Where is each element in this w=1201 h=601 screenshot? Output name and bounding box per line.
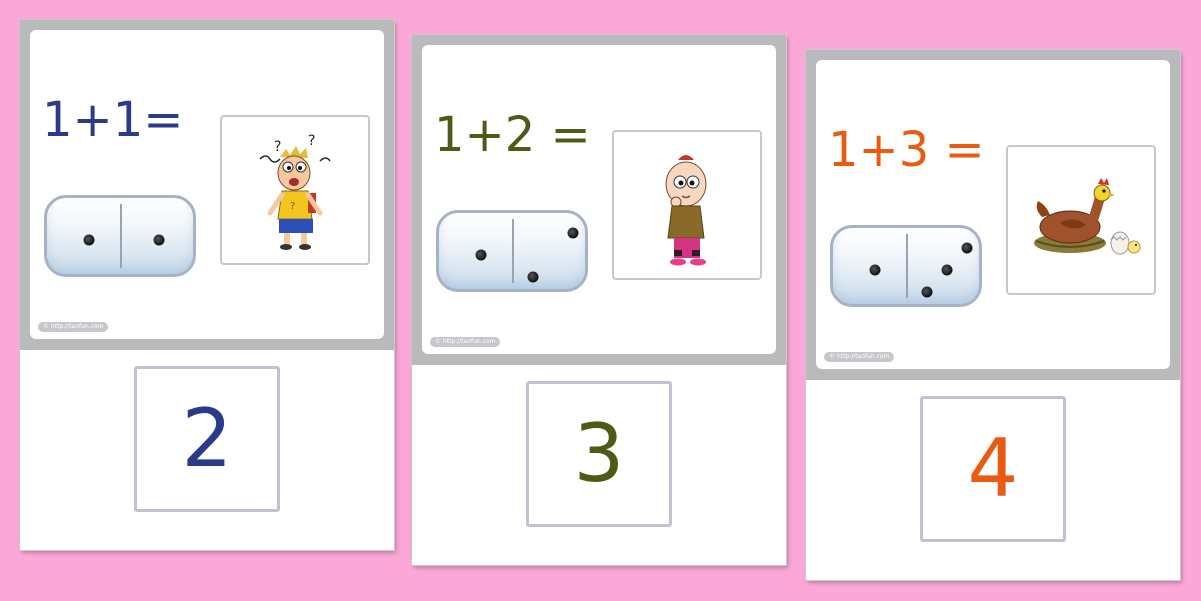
answer-number: 3 [573, 407, 625, 500]
domino-pip [153, 234, 165, 246]
domino-pip [83, 234, 95, 246]
thinking-boy-picture [612, 130, 762, 280]
flashcard-2: 1+2 = © http://taofun.com 3 [412, 35, 786, 565]
domino-pip [475, 249, 487, 261]
answer-box: 2 [134, 366, 280, 512]
domino-tile [436, 210, 588, 292]
equation-text: 1+1= [42, 92, 184, 148]
domino-tile [830, 225, 982, 307]
flashcard-3: 1+3 = © http://taofun.com 4 [806, 50, 1180, 580]
domino-divider [120, 204, 122, 268]
svg-text:?: ? [290, 201, 295, 212]
flashcard-1: 1+1= ? ? ? © http://taofun.com 2 [20, 20, 394, 550]
svg-text:?: ? [308, 133, 315, 149]
confused-boy-picture: ? ? ? [220, 115, 370, 265]
hen-with-egg-picture [1006, 145, 1156, 295]
question-panel: 1+3 = © http://taofun.com [816, 60, 1170, 369]
question-panel: 1+1= ? ? ? © http://taofun.com [30, 30, 384, 339]
domino-pip [921, 286, 933, 298]
domino-pip [869, 264, 881, 276]
svg-text:?: ? [274, 139, 281, 155]
card-top-frame: 1+1= ? ? ? © http://taofun.com [20, 20, 394, 350]
watermark: © http://taofun.com [824, 352, 895, 362]
domino-pip [961, 242, 973, 254]
watermark: © http://taofun.com [430, 337, 501, 347]
answer-box: 3 [526, 381, 672, 527]
domino-tile [44, 195, 196, 277]
equation-text: 1+3 = [828, 122, 985, 178]
domino-pip [941, 264, 953, 276]
domino-pip [567, 227, 579, 239]
card-top-frame: 1+2 = © http://taofun.com [412, 35, 786, 365]
card-top-frame: 1+3 = © http://taofun.com [806, 50, 1180, 380]
watermark: © http://taofun.com [38, 322, 109, 332]
domino-pip [527, 271, 539, 283]
answer-box: 4 [920, 396, 1066, 542]
domino-divider [512, 219, 514, 283]
domino-divider [906, 234, 908, 298]
equation-text: 1+2 = [434, 107, 591, 163]
question-panel: 1+2 = © http://taofun.com [422, 45, 776, 354]
answer-number: 4 [967, 422, 1019, 515]
answer-number: 2 [181, 392, 233, 485]
